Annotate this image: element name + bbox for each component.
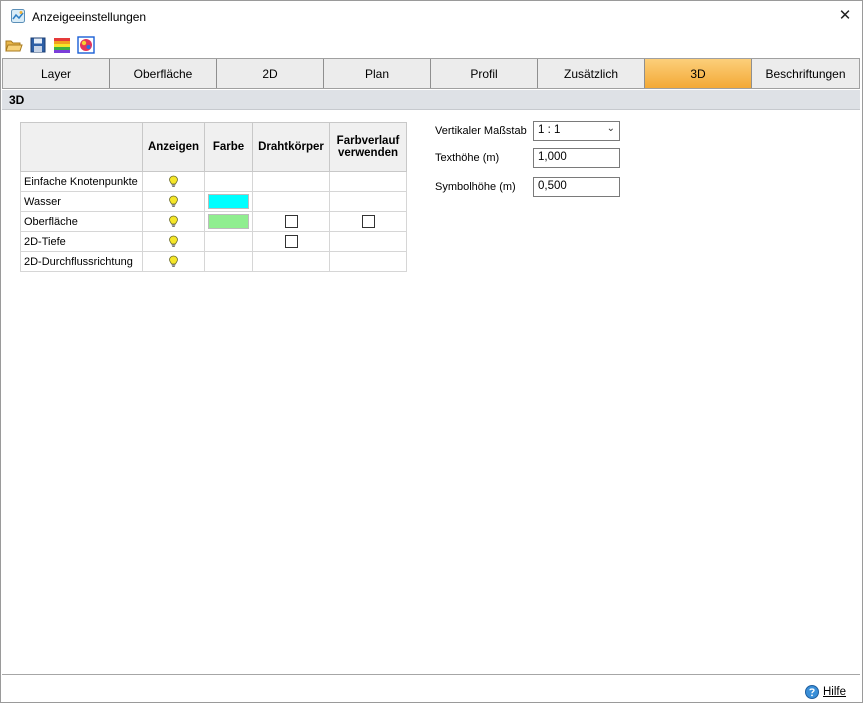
- visibility-cell[interactable]: [142, 191, 205, 212]
- layer-grid: Anzeigen Farbe Drahtkörper Farbverlauf v…: [20, 122, 407, 272]
- visibility-cell[interactable]: [142, 231, 205, 252]
- tab-oberflaeche[interactable]: Oberfläche: [110, 59, 217, 88]
- help-label: Hilfe: [823, 686, 847, 698]
- gradient-cell: [329, 251, 407, 272]
- color-palette-icon[interactable]: [77, 36, 95, 54]
- gradient-cell: [329, 171, 407, 192]
- color-swatch[interactable]: [208, 214, 249, 229]
- table-row[interactable]: 2D-Durchflussrichtung: [20, 251, 407, 272]
- wireframe-cell: [252, 251, 330, 272]
- row-name: 2D-Tiefe: [20, 231, 143, 252]
- tab-2d[interactable]: 2D: [217, 59, 324, 88]
- table-row[interactable]: Einfache Knotenpunkte: [20, 171, 407, 192]
- tab-strip: Layer Oberfläche 2D Plan Profil Zusätzli…: [2, 58, 860, 89]
- header-farbe: Farbe: [204, 122, 253, 172]
- title-bar: Anzeigeeinstellungen ✕: [1, 1, 862, 32]
- wireframe-cell[interactable]: [252, 211, 330, 232]
- toolbar: [1, 33, 862, 57]
- color-cell[interactable]: [204, 191, 253, 212]
- row-name: Oberfläche: [20, 211, 143, 232]
- symbol-height-label: Symbolhöhe (m): [435, 181, 516, 193]
- color-swatch[interactable]: [208, 194, 249, 209]
- tab-zusaetzlich[interactable]: Zusätzlich: [538, 59, 645, 88]
- vertical-scale-value: 1 : 1: [538, 124, 561, 136]
- color-cell[interactable]: [204, 211, 253, 232]
- table-row[interactable]: Wasser: [20, 191, 407, 212]
- lightbulb-icon[interactable]: [168, 235, 179, 248]
- tab-plan[interactable]: Plan: [324, 59, 431, 88]
- chevron-down-icon[interactable]: ⌄: [607, 123, 615, 134]
- row-name: Wasser: [20, 191, 143, 212]
- section-title: 3D: [2, 90, 860, 110]
- vertical-scale-label: Vertikaler Maßstab: [435, 125, 527, 137]
- header-anzeigen: Anzeigen: [142, 122, 205, 172]
- table-row[interactable]: Oberfläche: [20, 211, 407, 232]
- gradient-cell[interactable]: [329, 211, 407, 232]
- open-folder-icon[interactable]: [5, 36, 23, 54]
- tab-profil[interactable]: Profil: [431, 59, 538, 88]
- wireframe-cell: [252, 191, 330, 212]
- symbol-height-input[interactable]: 0,500: [533, 177, 620, 197]
- vertical-scale-select[interactable]: 1 : 1 ⌄: [533, 121, 620, 141]
- window-title: Anzeigeeinstellungen: [32, 10, 147, 24]
- color-cell: [204, 171, 253, 192]
- close-button[interactable]: ✕: [834, 5, 856, 27]
- wireframe-checkbox[interactable]: [284, 215, 298, 228]
- visibility-cell[interactable]: [142, 171, 205, 192]
- table-row[interactable]: 2D-Tiefe: [20, 231, 407, 252]
- wireframe-cell: [252, 171, 330, 192]
- color-cell: [204, 251, 253, 272]
- lightbulb-icon[interactable]: [168, 195, 179, 208]
- header-farbverlauf: Farbverlauf verwenden: [329, 122, 407, 172]
- visibility-cell[interactable]: [142, 211, 205, 232]
- color-cell: [204, 231, 253, 252]
- tab-3d[interactable]: 3D: [645, 59, 752, 88]
- wireframe-cell[interactable]: [252, 231, 330, 252]
- color-bars-icon[interactable]: [53, 36, 71, 54]
- lightbulb-icon[interactable]: [168, 175, 179, 188]
- help-button[interactable]: Hilfe: [805, 684, 846, 700]
- gradient-cell: [329, 191, 407, 212]
- row-name: 2D-Durchflussrichtung: [20, 251, 143, 272]
- help-icon: [805, 685, 819, 699]
- visibility-cell[interactable]: [142, 251, 205, 272]
- tab-beschriftungen[interactable]: Beschriftungen: [752, 59, 859, 88]
- wireframe-checkbox[interactable]: [284, 235, 298, 248]
- text-height-label: Texthöhe (m): [435, 152, 500, 164]
- app-icon: [11, 9, 25, 23]
- lightbulb-icon[interactable]: [168, 215, 179, 228]
- text-height-input[interactable]: 1,000: [533, 148, 620, 168]
- tab-layer[interactable]: Layer: [3, 59, 110, 88]
- header-name: [20, 122, 143, 172]
- gradient-checkbox[interactable]: [361, 215, 375, 228]
- row-name: Einfache Knotenpunkte: [20, 171, 143, 192]
- footer-divider: [2, 674, 860, 675]
- gradient-cell: [329, 231, 407, 252]
- save-icon[interactable]: [29, 36, 47, 54]
- lightbulb-icon[interactable]: [168, 255, 179, 268]
- dialog-window: Anzeigeeinstellungen ✕ Layer Oberfläche …: [0, 0, 863, 703]
- header-drahtkoerper: Drahtkörper: [252, 122, 330, 172]
